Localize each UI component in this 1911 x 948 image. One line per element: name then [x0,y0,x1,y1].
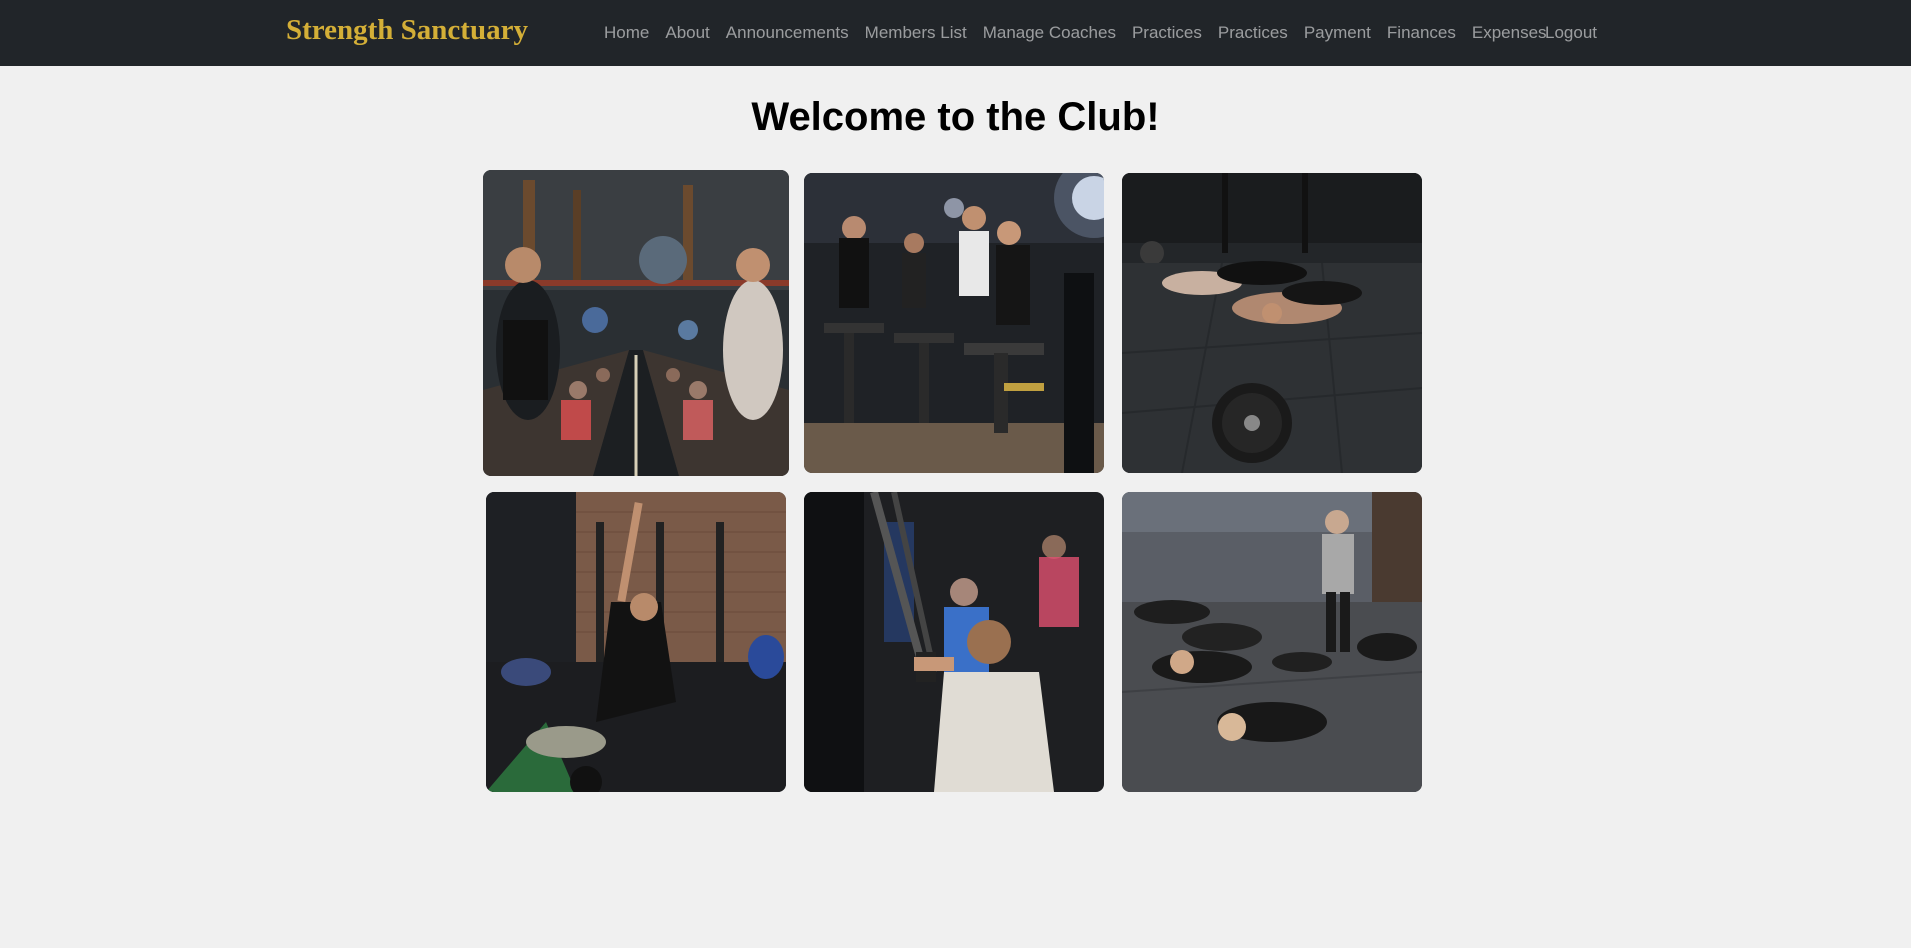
logout-link[interactable]: Logout [1537,0,1605,66]
functional-training-photo [483,170,789,476]
nav-link-members-list[interactable]: Members List [857,23,975,43]
gallery-photo-push-ups[interactable] [1122,173,1422,473]
nav-link-finances[interactable]: Finances [1379,23,1464,43]
nav-link-about[interactable]: About [657,23,717,43]
top-navbar: Strength Sanctuary Home About Announceme… [0,0,1911,66]
nav-link-announcements[interactable]: Announcements [718,23,857,43]
push-ups-photo [1122,173,1422,473]
gallery-photo-side-plank[interactable] [486,492,786,792]
nav-link-manage-coaches[interactable]: Manage Coaches [975,23,1124,43]
brand-logo-link[interactable]: Strength Sanctuary [286,14,528,47]
gallery-photo-functional-training[interactable] [483,170,789,476]
gallery-photo-spin-class[interactable] [804,173,1104,473]
nav-links: Home About Announcements Members List Ma… [596,0,1555,66]
nav-link-practices[interactable]: Practices [1124,23,1210,43]
floor-crunches-photo [1122,492,1422,792]
nav-link-practices-2[interactable]: Practices [1210,23,1296,43]
gallery-photo-suspension-training[interactable] [804,492,1104,792]
suspension-training-photo [804,492,1104,792]
nav-link-home[interactable]: Home [596,23,657,43]
spin-class-photo [804,173,1104,473]
side-plank-photo [486,492,786,792]
gallery-photo-floor-crunches[interactable] [1122,492,1422,792]
nav-link-payment[interactable]: Payment [1296,23,1379,43]
page-title: Welcome to the Club! [751,95,1160,139]
